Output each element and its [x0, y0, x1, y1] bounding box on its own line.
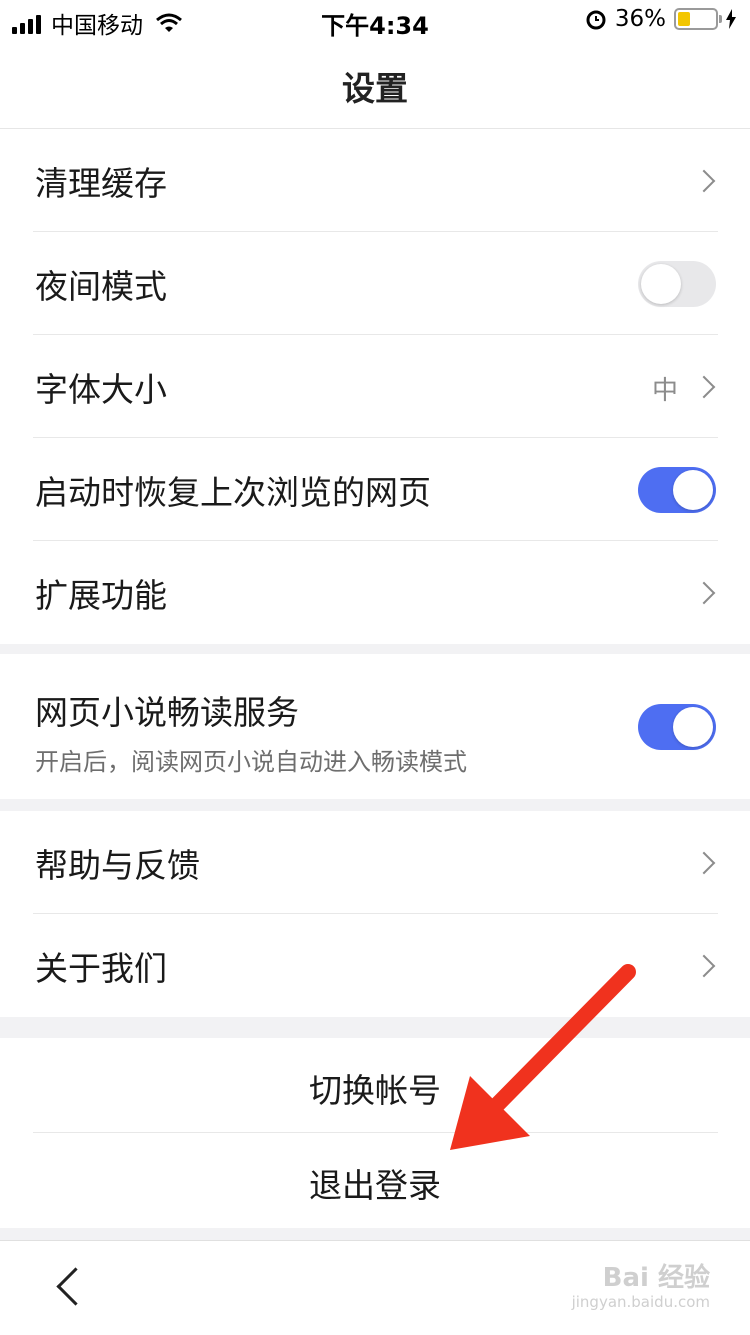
annotation-arrow-icon: [450, 964, 636, 1150]
